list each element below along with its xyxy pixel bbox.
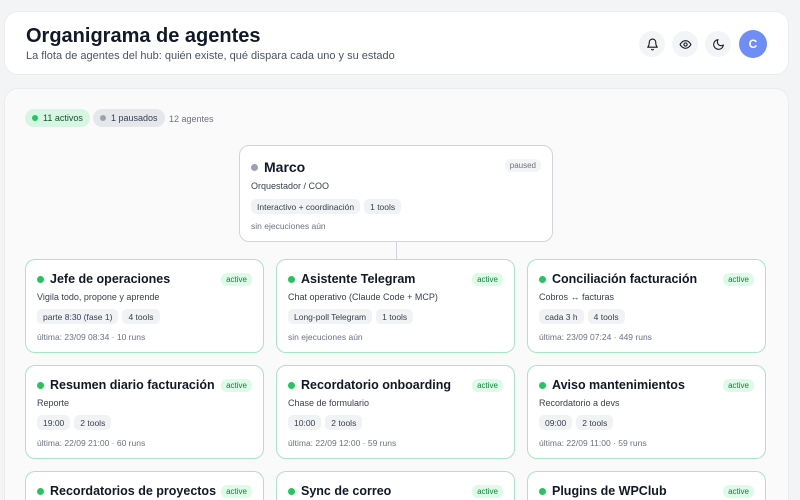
trigger-tag: 09:00 <box>539 415 573 430</box>
active-count-badge: 11 activos <box>25 109 90 127</box>
agent-stat: última: 23/09 07:24 · 449 runs <box>539 332 652 342</box>
agent-tags: 09:00 2 tools <box>539 415 614 430</box>
moon-icon <box>712 38 724 50</box>
agent-name: Plugins de WPClub <box>552 484 667 498</box>
tools-tag: 4 tools <box>587 309 625 324</box>
agent-role: Vigila todo, propone y aprende <box>37 292 160 302</box>
agent-role: Orquestador / COO <box>251 181 330 191</box>
status-dot-icon <box>539 488 546 495</box>
status-dot-icon <box>37 276 44 283</box>
status-badge: active <box>221 379 252 392</box>
agent-card-root[interactable]: Marco paused Orquestador / COO Interacti… <box>239 145 553 242</box>
agent-tags: 19:00 2 tools <box>37 415 112 430</box>
total-agents-label: 12 agentes <box>169 114 214 124</box>
agent-card[interactable]: Sync de correo active <box>276 471 515 500</box>
tools-tag: 1 tools <box>364 199 402 214</box>
agent-tags: cada 3 h 4 tools <box>539 309 625 324</box>
agent-tags: parte 8:30 (fase 1) 4 tools <box>37 309 160 324</box>
agent-name: Recordatorio onboarding <box>301 378 451 392</box>
trigger-tag: 19:00 <box>37 415 71 430</box>
paused-count-label: 1 pausados <box>111 113 158 123</box>
avatar[interactable]: C <box>739 30 767 58</box>
status-badge: active <box>472 273 503 286</box>
agent-tags: 10:00 2 tools <box>288 415 363 430</box>
tools-tag: 2 tools <box>74 415 112 430</box>
paused-count-badge: 1 pausados <box>93 109 165 127</box>
agent-role: Chat operativo (Claude Code + MCP) <box>288 292 438 302</box>
status-badge: active <box>472 379 503 392</box>
tools-tag: 2 tools <box>576 415 614 430</box>
status-dot-icon <box>539 382 546 389</box>
agent-stat: última: 23/09 08:34 · 10 runs <box>37 332 146 342</box>
agent-card[interactable]: Resumen diario facturación active Report… <box>25 365 264 459</box>
trigger-tag: cada 3 h <box>539 309 584 324</box>
status-badge: active <box>472 485 503 498</box>
status-badge: active <box>723 273 754 286</box>
status-badge: active <box>723 379 754 392</box>
agent-role: Recordatorio a devs <box>539 398 620 408</box>
agent-tags: Interactivo + coordinación 1 tools <box>251 199 402 214</box>
agent-name: Aviso mantenimientos <box>552 378 685 392</box>
agent-stat: última: 22/09 11:00 · 59 runs <box>539 438 647 448</box>
status-badge: paused <box>504 159 541 172</box>
status-dot-icon <box>251 164 258 171</box>
page-subtitle: La flota de agentes del hub: quién exist… <box>26 50 395 62</box>
status-dot-icon <box>37 382 44 389</box>
agent-card[interactable]: Recordatorios de proyectos active <box>25 471 264 500</box>
tools-tag: 4 tools <box>122 309 160 324</box>
trigger-tag: parte 8:30 (fase 1) <box>37 309 119 324</box>
org-connector-line <box>396 242 397 259</box>
theme-toggle-button[interactable] <box>705 31 731 57</box>
status-dot-icon <box>288 382 295 389</box>
trigger-tag: 10:00 <box>288 415 322 430</box>
agent-card[interactable]: Conciliación facturación active Cobros ↔… <box>527 259 766 353</box>
trigger-tag: Interactivo + coordinación <box>251 199 361 214</box>
agent-card[interactable]: Plugins de WPClub active <box>527 471 766 500</box>
trigger-tag: Long-poll Telegram <box>288 309 373 324</box>
status-dot-icon <box>539 276 546 283</box>
agent-name: Marco <box>264 159 306 175</box>
visibility-button[interactable] <box>672 31 698 57</box>
agent-name: Conciliación facturación <box>552 272 698 286</box>
page-title: Organigrama de agentes <box>26 25 261 47</box>
agent-card[interactable]: Aviso mantenimientos active Recordatorio… <box>527 365 766 459</box>
active-count-label: 11 activos <box>43 113 83 123</box>
tools-tag: 1 tools <box>376 309 414 324</box>
agent-tags: Long-poll Telegram 1 tools <box>288 309 414 324</box>
tools-tag: 2 tools <box>325 415 363 430</box>
paused-dot-icon <box>100 115 106 121</box>
agent-stat: última: 22/09 21:00 · 60 runs <box>37 438 146 448</box>
status-badge: active <box>221 485 252 498</box>
agent-stat: sin ejecuciones aún <box>251 221 326 231</box>
agent-card[interactable]: Asistente Telegram active Chat operativo… <box>276 259 515 353</box>
agent-name: Resumen diario facturación <box>50 378 215 392</box>
notifications-button[interactable] <box>639 31 665 57</box>
agent-name: Recordatorios de proyectos <box>50 484 217 498</box>
agent-stat: sin ejecuciones aún <box>288 332 363 342</box>
status-dot-icon <box>37 488 44 495</box>
agent-card[interactable]: Recordatorio onboarding active Chase de … <box>276 365 515 459</box>
agent-card[interactable]: Jefe de operaciones active Vigila todo, … <box>25 259 264 353</box>
status-badge: active <box>221 273 252 286</box>
active-dot-icon <box>32 115 38 121</box>
page-header: Organigrama de agentes La flota de agent… <box>4 11 789 75</box>
bell-icon <box>646 38 658 50</box>
agent-name: Asistente Telegram <box>301 272 416 286</box>
agent-stat: última: 22/09 12:00 · 59 runs <box>288 438 397 448</box>
status-dot-icon <box>288 276 295 283</box>
agent-name: Sync de correo <box>301 484 392 498</box>
agent-role: Reporte <box>37 398 70 408</box>
agent-role: Cobros ↔ facturas <box>539 292 615 302</box>
status-badge: active <box>723 485 754 498</box>
eye-icon <box>679 39 691 49</box>
agent-role: Chase de formulario <box>288 398 370 408</box>
agent-name: Jefe de operaciones <box>50 272 171 286</box>
status-dot-icon <box>288 488 295 495</box>
